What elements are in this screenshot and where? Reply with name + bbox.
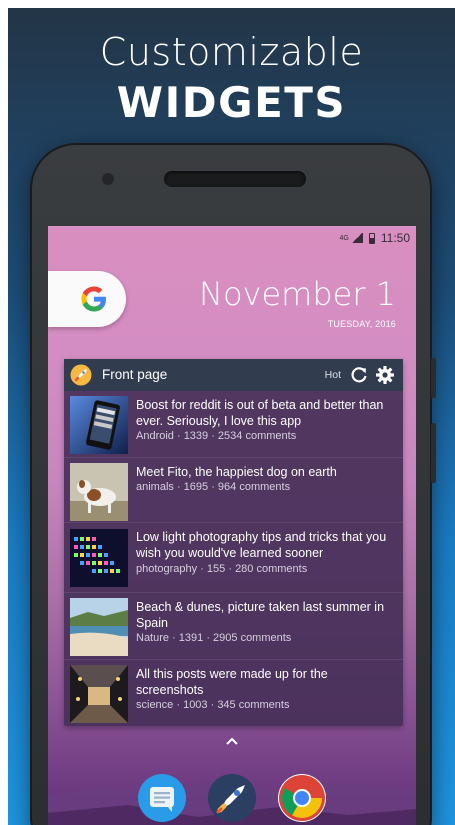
- post-item[interactable]: All this posts were made up for the scre…: [64, 661, 403, 725]
- post-thumbnail[interactable]: [70, 463, 128, 521]
- post-item[interactable]: Low light photography tips and tricks th…: [64, 524, 403, 593]
- boost-rocket-app-icon[interactable]: [208, 774, 256, 822]
- front-camera: [102, 173, 114, 185]
- post-thumbnail[interactable]: [70, 529, 128, 587]
- post-thumbnail[interactable]: [70, 598, 128, 656]
- phone-screen: 4G 11:50 November 1 TUESDAY, 2016 Front …: [48, 226, 416, 825]
- promo-headline-line1: Customizable: [99, 30, 364, 74]
- post-title: Meet Fito, the happiest dog on earth: [136, 465, 337, 479]
- gear-icon[interactable]: [375, 365, 395, 385]
- reddit-widget: Front page Hot Boost for reddit is out o…: [64, 359, 403, 726]
- volume-button: [431, 358, 436, 398]
- post-title: Beach & dunes, picture taken last summer…: [136, 600, 385, 630]
- widget-header: Front page Hot: [64, 359, 403, 391]
- phone-frame: 4G 11:50 November 1 TUESDAY, 2016 Front …: [30, 143, 436, 825]
- network-type: 4G: [339, 234, 349, 242]
- post-meta: science · 1003 · 345 comments: [136, 699, 290, 711]
- post-meta: Android · 1339 · 2534 comments: [136, 430, 297, 442]
- chrome-app-icon[interactable]: [278, 774, 326, 822]
- earpiece-speaker: [164, 171, 306, 187]
- post-meta: Nature · 1391 · 2905 comments: [136, 632, 292, 644]
- date-main: November 1: [199, 275, 396, 313]
- post-item[interactable]: Boost for reddit is out of beta and bett…: [64, 392, 403, 458]
- signal-icon: [350, 233, 363, 243]
- post-meta: animals · 1695 · 964 comments: [136, 481, 291, 493]
- post-thumbnail[interactable]: [70, 665, 128, 723]
- google-search-widget[interactable]: [48, 271, 126, 327]
- power-button: [431, 423, 436, 483]
- google-g-icon: [76, 281, 112, 317]
- sort-label[interactable]: Hot: [325, 369, 341, 381]
- post-meta: photography · 155 · 280 comments: [136, 563, 308, 575]
- promo-background: Customizable WIDGETS 4G 11:50 November 1…: [8, 8, 455, 825]
- chevron-up-icon[interactable]: [225, 736, 239, 746]
- widget-title[interactable]: Front page: [102, 367, 167, 382]
- status-bar: 4G 11:50: [340, 230, 410, 246]
- post-item[interactable]: Beach & dunes, picture taken last summer…: [64, 594, 403, 660]
- post-title: Boost for reddit is out of beta and bett…: [136, 398, 384, 428]
- refresh-icon[interactable]: [349, 365, 369, 385]
- battery-icon: [368, 232, 375, 244]
- date-sub: TUESDAY, 2016: [327, 319, 396, 329]
- post-title: All this posts were made up for the scre…: [136, 667, 328, 697]
- post-item[interactable]: Meet Fito, the happiest dog on earth ani…: [64, 459, 403, 523]
- clock: 11:50: [380, 231, 410, 245]
- messages-app-icon[interactable]: [138, 774, 186, 822]
- rocket-icon[interactable]: [70, 364, 92, 386]
- post-title: Low light photography tips and tricks th…: [136, 530, 387, 560]
- post-thumbnail[interactable]: [70, 396, 128, 454]
- promo-headline-line2: WIDGETS: [116, 78, 347, 127]
